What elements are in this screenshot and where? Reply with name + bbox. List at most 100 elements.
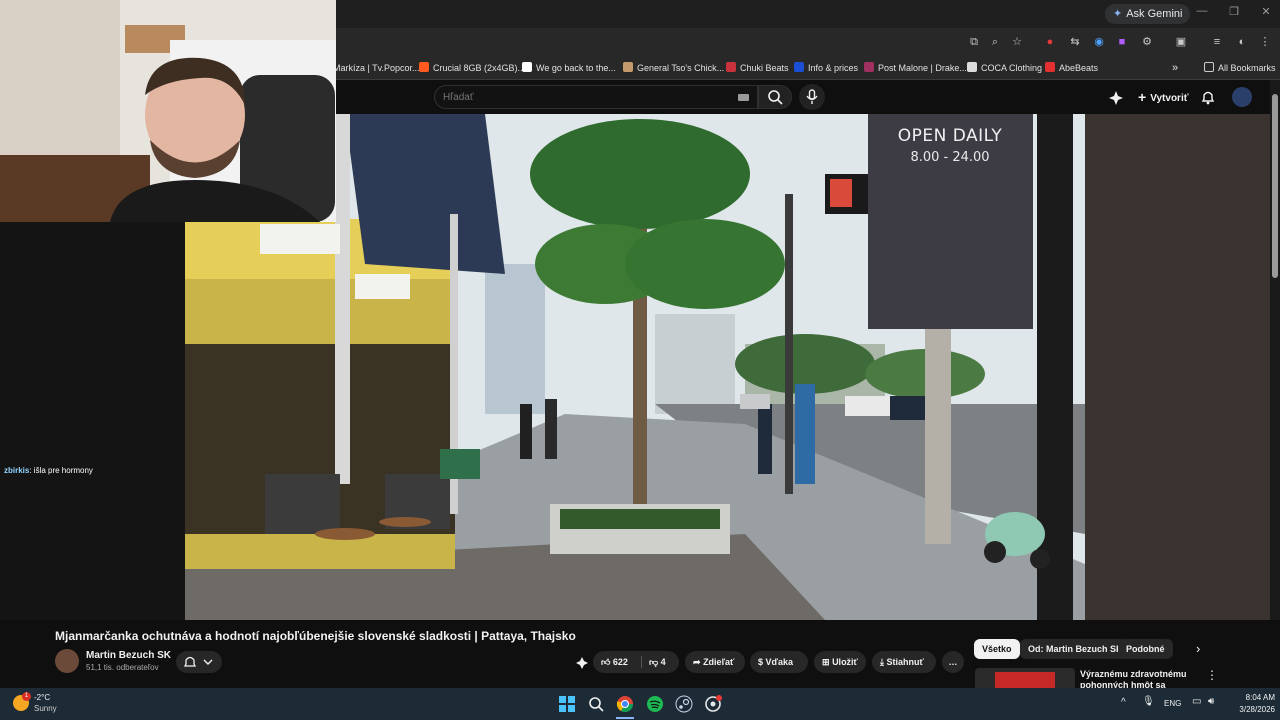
search-box: [434, 85, 758, 109]
bookmark-favicon-icon: [794, 62, 804, 72]
voice-search-button[interactable]: [799, 84, 825, 110]
tray-overflow-icon[interactable]: ^: [1121, 697, 1126, 708]
ask-gemini-label: Ask Gemini: [1126, 8, 1183, 20]
search-icon: [768, 90, 783, 105]
video-side-letterbox: [1085, 114, 1270, 620]
bookmark-favicon-icon: [623, 62, 633, 72]
channel-name[interactable]: Martin Bezuch SK: [86, 650, 171, 661]
thumbs-up-icon: 👍︎: [601, 657, 611, 667]
account-avatar[interactable]: [1232, 87, 1252, 107]
steam-icon[interactable]: [675, 695, 693, 713]
notifications-bell-icon[interactable]: [1200, 89, 1216, 105]
microphone-icon: [806, 89, 818, 104]
scrollbar-thumb[interactable]: [1272, 94, 1278, 278]
spotify-icon[interactable]: [646, 695, 664, 713]
extension-purple-icon[interactable]: ■: [1115, 35, 1129, 49]
sign-open-daily: OPEN DAILY: [897, 126, 1003, 146]
bookmark-item[interactable]: AbeBeats: [1045, 56, 1098, 80]
save-button[interactable]: ⊞ Uložiť: [814, 651, 866, 673]
bookmark-item[interactable]: We go back to the...: [522, 56, 616, 80]
bookmark-item[interactable]: Chuki Beats: [726, 56, 789, 80]
bookmark-favicon-icon: [967, 62, 977, 72]
more-actions-button[interactable]: …: [942, 651, 964, 673]
input-language[interactable]: ENG: [1164, 699, 1181, 708]
bookmark-favicon-icon: [726, 62, 736, 72]
clock-time[interactable]: 8:04 AM: [1231, 693, 1275, 702]
recommended-thumbnail[interactable]: [975, 668, 1075, 688]
bookmark-item[interactable]: Crucial 8GB (2x4GB)...: [419, 56, 525, 80]
extension-wave-icon[interactable]: ◉: [1092, 35, 1106, 49]
weather-description[interactable]: Sunny: [34, 704, 57, 713]
extensions-puzzle-icon[interactable]: ⚙: [1140, 35, 1154, 49]
active-app-indicator: [616, 717, 634, 719]
search-icon[interactable]: [587, 695, 605, 713]
ask-gemini-button[interactable]: ✦ Ask Gemini: [1105, 4, 1191, 24]
gemini-ask-icon[interactable]: [575, 656, 589, 670]
restore-icon[interactable]: ❐: [1224, 5, 1244, 18]
recommended-menu-icon[interactable]: ⋮: [1206, 668, 1218, 682]
chrome-menu-icon[interactable]: ⋮: [1258, 35, 1272, 49]
media-control-icon[interactable]: ≡: [1210, 35, 1224, 49]
bookmark-item[interactable]: General Tso's Chick...: [623, 56, 724, 80]
chip-related[interactable]: Podobné: [1118, 639, 1173, 659]
extension-red-icon[interactable]: ●: [1043, 35, 1057, 49]
bookmark-item[interactable]: Info & prices: [794, 56, 858, 80]
subscription-bell-button[interactable]: [176, 651, 222, 673]
bookmark-favicon-icon: [1045, 62, 1055, 72]
create-button[interactable]: + Vytvoriť: [1130, 86, 1197, 108]
gemini-star-icon[interactable]: [1108, 90, 1124, 106]
webcam-overlay: [0, 0, 336, 222]
dislike-button[interactable]: 👎︎ 4: [649, 651, 666, 673]
clock-date[interactable]: 3/28/2026: [1225, 705, 1275, 714]
weather-temperature[interactable]: -2°C: [34, 693, 50, 702]
weather-badge: 1: [22, 692, 31, 701]
chat-username: zbirkis: [4, 466, 30, 475]
download-icon: ⤓: [880, 657, 884, 667]
thanks-icon: $: [758, 657, 764, 667]
minimize-icon[interactable]: —: [1192, 5, 1212, 17]
side-panel-icon[interactable]: ▣: [1174, 35, 1188, 49]
app-gear-icon[interactable]: [704, 695, 722, 713]
recommended-title[interactable]: Výraznému zdravotnému pohonných hmôt sa …: [1080, 669, 1200, 688]
windows-start-icon[interactable]: [558, 695, 576, 713]
page-scrollbar[interactable]: [1270, 80, 1280, 620]
webcam-feed: [0, 0, 336, 222]
bookmark-favicon-icon: [419, 62, 429, 72]
bookmark-item[interactable]: Post Malone | Drake...: [864, 56, 967, 80]
bookmark-item[interactable]: Markíza | Tv.Popcor...: [333, 56, 420, 80]
network-icon[interactable]: ▭: [1192, 696, 1201, 707]
keyboard-icon[interactable]: [738, 94, 749, 101]
thumbnail-red-block: [995, 672, 1055, 688]
download-button[interactable]: ⤓ Stiahnuť: [872, 651, 936, 673]
thanks-button[interactable]: $ Vďaka: [750, 651, 808, 673]
volume-icon[interactable]: 🔊︎: [1208, 696, 1214, 707]
gemini-spark-icon: ✦: [1113, 8, 1123, 20]
save-icon: ⊞: [822, 657, 830, 667]
search-button[interactable]: [758, 85, 792, 109]
install-app-icon[interactable]: ⧉: [967, 35, 981, 49]
profile-avatar-icon[interactable]: ◐: [1235, 35, 1249, 49]
more-bookmarks-icon[interactable]: »: [1172, 56, 1178, 80]
chip-from-channel[interactable]: Od: Martin Bezuch SK: [1020, 639, 1131, 659]
zoom-icon[interactable]: ⌕: [988, 35, 1002, 49]
chat-text: : išla pre hormony: [29, 466, 93, 475]
microphone-tray-icon[interactable]: 🎙︎: [1142, 696, 1155, 707]
chrome-icon[interactable]: [616, 695, 634, 713]
all-bookmarks-folder[interactable]: All Bookmarks: [1204, 56, 1276, 80]
like-dislike-group: 👍︎ 622 👎︎ 4: [593, 651, 679, 673]
chevron-right-icon[interactable]: ›: [1196, 641, 1200, 656]
channel-avatar[interactable]: [55, 649, 79, 673]
plus-icon: +: [1138, 89, 1147, 105]
extension-arrows-icon[interactable]: ⇆: [1068, 35, 1082, 49]
close-icon[interactable]: ✕: [1256, 5, 1276, 18]
bookmark-favicon-icon: [864, 62, 874, 72]
share-button[interactable]: ➦ Zdieľať: [685, 651, 745, 673]
like-button[interactable]: 👍︎ 622: [601, 651, 628, 673]
search-input[interactable]: [443, 86, 723, 108]
like-divider: [641, 656, 642, 668]
bookmark-item[interactable]: COCA Clothing: [967, 56, 1042, 80]
subscriber-count: 51,1 tis. odberateľov: [86, 663, 159, 672]
chip-all[interactable]: Všetko: [974, 639, 1020, 659]
share-icon: ➦: [693, 657, 701, 667]
bookmark-star-icon[interactable]: ☆: [1010, 35, 1024, 49]
